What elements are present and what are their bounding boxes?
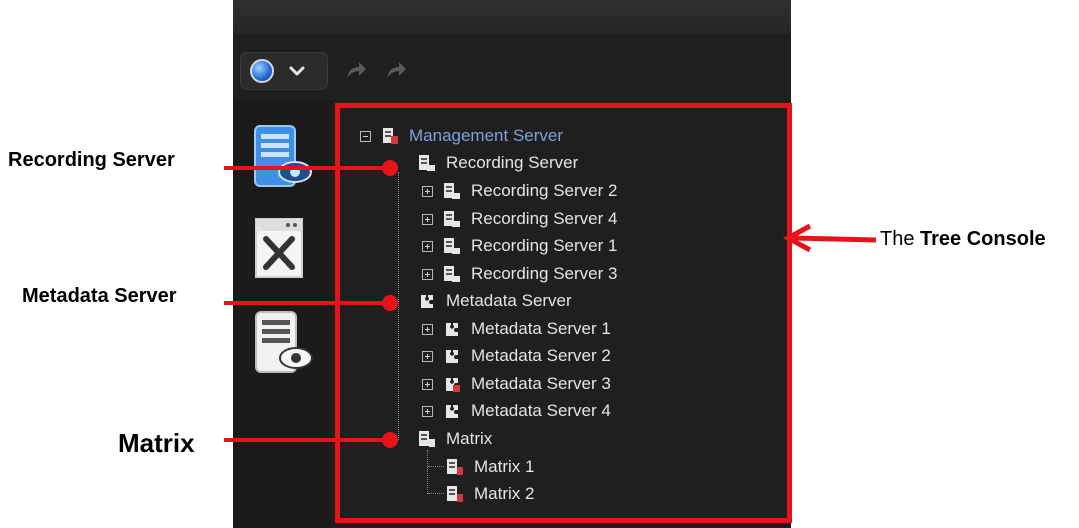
tree-node-label: Matrix 1 — [474, 457, 535, 476]
tree-node-management-server[interactable]: Management Server — [360, 125, 563, 147]
callout-line — [224, 438, 390, 442]
tree-node-matrix-child[interactable]: Matrix 1 — [446, 456, 534, 478]
tree-connector — [428, 466, 444, 467]
tree-node-recording-server-child[interactable]: Recording Server 2 — [422, 180, 617, 202]
tree-node-matrix[interactable]: Matrix — [418, 428, 492, 450]
callout-dot — [382, 432, 398, 448]
tree-node-metadata-server-child[interactable]: Metadata Server 1 — [422, 318, 611, 340]
callout-tree-console-prefix: The — [880, 228, 921, 250]
expand-icon[interactable] — [422, 378, 433, 390]
tree-node-label: Recording Server 1 — [471, 236, 618, 255]
tree-node-label: Metadata Server 2 — [471, 346, 611, 365]
callout-arrow — [782, 223, 877, 252]
tree-node-metadata-server-child[interactable]: Metadata Server 2 — [422, 345, 611, 367]
matrix-icon — [419, 431, 435, 447]
metadata-server-icon — [446, 378, 460, 392]
matrix-icon — [447, 486, 463, 502]
recording-server-icon — [419, 155, 435, 171]
tree-connector — [428, 493, 444, 494]
callout-tree-console-bold: Tree Console — [920, 228, 1046, 250]
globe-dropdown-button[interactable] — [240, 52, 328, 90]
callout-recording-server: Recording Server — [8, 149, 175, 171]
title-bar — [233, 0, 791, 34]
viewer-icon[interactable] — [252, 308, 314, 378]
metadata-server-icon — [446, 405, 458, 418]
metadata-server-icon — [421, 295, 433, 308]
tree-node-label: Metadata Server 3 — [471, 374, 611, 393]
recording-server-icon — [444, 211, 460, 227]
tree-connector — [398, 172, 399, 440]
callout-line — [224, 301, 390, 305]
globe-icon — [250, 59, 274, 83]
tree-node-label: Recording Server 3 — [471, 264, 618, 283]
metadata-server-icon — [446, 350, 458, 363]
expand-icon[interactable] — [422, 240, 433, 252]
tree-node-recording-server-child[interactable]: Recording Server 4 — [422, 208, 617, 230]
tree-node-label: Management Server — [409, 126, 564, 145]
management-server-icon — [383, 128, 398, 144]
tree-node-label: Matrix — [446, 429, 493, 448]
expand-icon[interactable] — [422, 405, 433, 417]
tree-node-metadata-server-child[interactable]: Metadata Server 3 — [422, 373, 611, 395]
expand-icon[interactable] — [422, 350, 433, 362]
callout-matrix: Matrix — [118, 428, 195, 458]
tree-node-label: Metadata Server 4 — [471, 401, 611, 420]
recording-server-icon — [444, 183, 460, 199]
tree-node-label: Metadata Server 1 — [471, 319, 611, 338]
callout-line — [224, 166, 390, 170]
tree-node-label: Matrix 2 — [474, 484, 535, 503]
expand-icon[interactable] — [422, 185, 433, 197]
expand-icon[interactable] — [422, 323, 433, 335]
expand-icon[interactable] — [422, 268, 433, 280]
redo-icon[interactable] — [344, 58, 368, 82]
tree-node-recording-server-child[interactable]: Recording Server 1 — [422, 235, 617, 257]
metadata-server-icon — [446, 323, 458, 336]
tree-node-label: Metadata Server — [446, 291, 572, 310]
expand-icon[interactable] — [422, 213, 433, 225]
matrix-icon — [447, 459, 463, 475]
tools-icon[interactable] — [252, 215, 314, 285]
tree-node-label: Recording Server — [446, 153, 579, 172]
tree-node-label: Recording Server 4 — [471, 209, 618, 228]
tree-node-recording-server-child[interactable]: Recording Server 3 — [422, 263, 617, 285]
tree-node-metadata-server[interactable]: Metadata Server — [418, 290, 572, 312]
redo-icon[interactable] — [384, 58, 408, 82]
callout-dot — [382, 295, 398, 311]
tree-node-metadata-server-child[interactable]: Metadata Server 4 — [422, 400, 611, 422]
recording-server-icon[interactable] — [251, 122, 313, 192]
callout-dot — [382, 160, 398, 176]
recording-server-icon — [444, 238, 460, 254]
tree-connector — [427, 450, 428, 494]
chevron-down-icon — [289, 66, 305, 76]
tree-node-recording-server[interactable]: Recording Server — [418, 152, 578, 174]
collapse-icon[interactable] — [360, 130, 371, 142]
tree-node-matrix-child[interactable]: Matrix 2 — [446, 483, 534, 505]
callout-tree-console: The Tree Console — [880, 228, 1046, 251]
tree-node-label: Recording Server 2 — [471, 181, 618, 200]
callout-metadata-server: Metadata Server — [22, 285, 177, 307]
recording-server-icon — [444, 266, 460, 282]
